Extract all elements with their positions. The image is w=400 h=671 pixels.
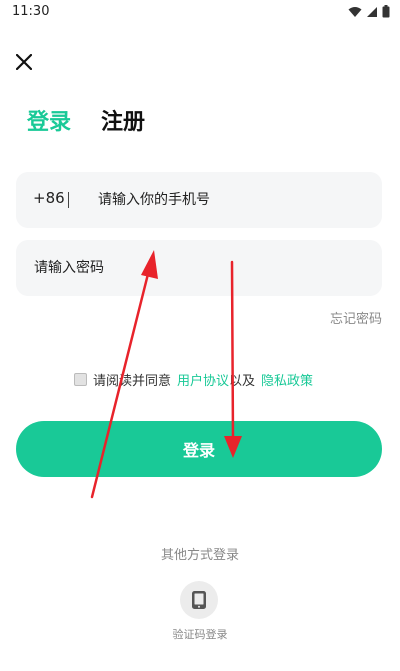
other-methods-label: 其他方式登录 [160, 548, 239, 563]
agreement-prefix: 请阅读并同意 [93, 374, 172, 389]
sms-login-button[interactable] [180, 581, 218, 619]
agreement-row: 请阅读并同意 用户协议 以及 隐私政策 [74, 370, 313, 389]
country-code-divider [68, 192, 69, 208]
forgot-password-link[interactable]: 忘记密码 [330, 308, 382, 327]
user-agreement-link[interactable]: 用户协议 [177, 370, 229, 389]
privacy-policy-link[interactable]: 隐私政策 [261, 370, 313, 389]
annotation-arrows [90, 250, 242, 499]
password-input[interactable] [34, 240, 364, 296]
status-bar: 11:30 [0, 0, 400, 26]
tab-register[interactable]: 注册 [101, 104, 145, 136]
login-button[interactable]: 登录 [16, 421, 382, 477]
password-field [16, 240, 382, 296]
phone-input[interactable] [98, 172, 368, 228]
battery-icon [382, 5, 390, 18]
wifi-icon [348, 6, 362, 17]
sms-login-label: 验证码登录 [172, 628, 228, 641]
status-time: 11:30 [12, 4, 50, 19]
agreement-checkbox[interactable] [74, 373, 87, 386]
country-code-selector[interactable]: +86 [33, 189, 65, 207]
phone-icon [192, 591, 206, 609]
agreement-and: 以及 [229, 374, 256, 389]
signal-icon [367, 6, 377, 17]
status-icons [348, 5, 390, 18]
tab-login[interactable]: 登录 [27, 104, 71, 136]
close-icon [16, 54, 32, 70]
close-button[interactable] [10, 48, 38, 76]
phone-field: +86 [16, 172, 382, 228]
